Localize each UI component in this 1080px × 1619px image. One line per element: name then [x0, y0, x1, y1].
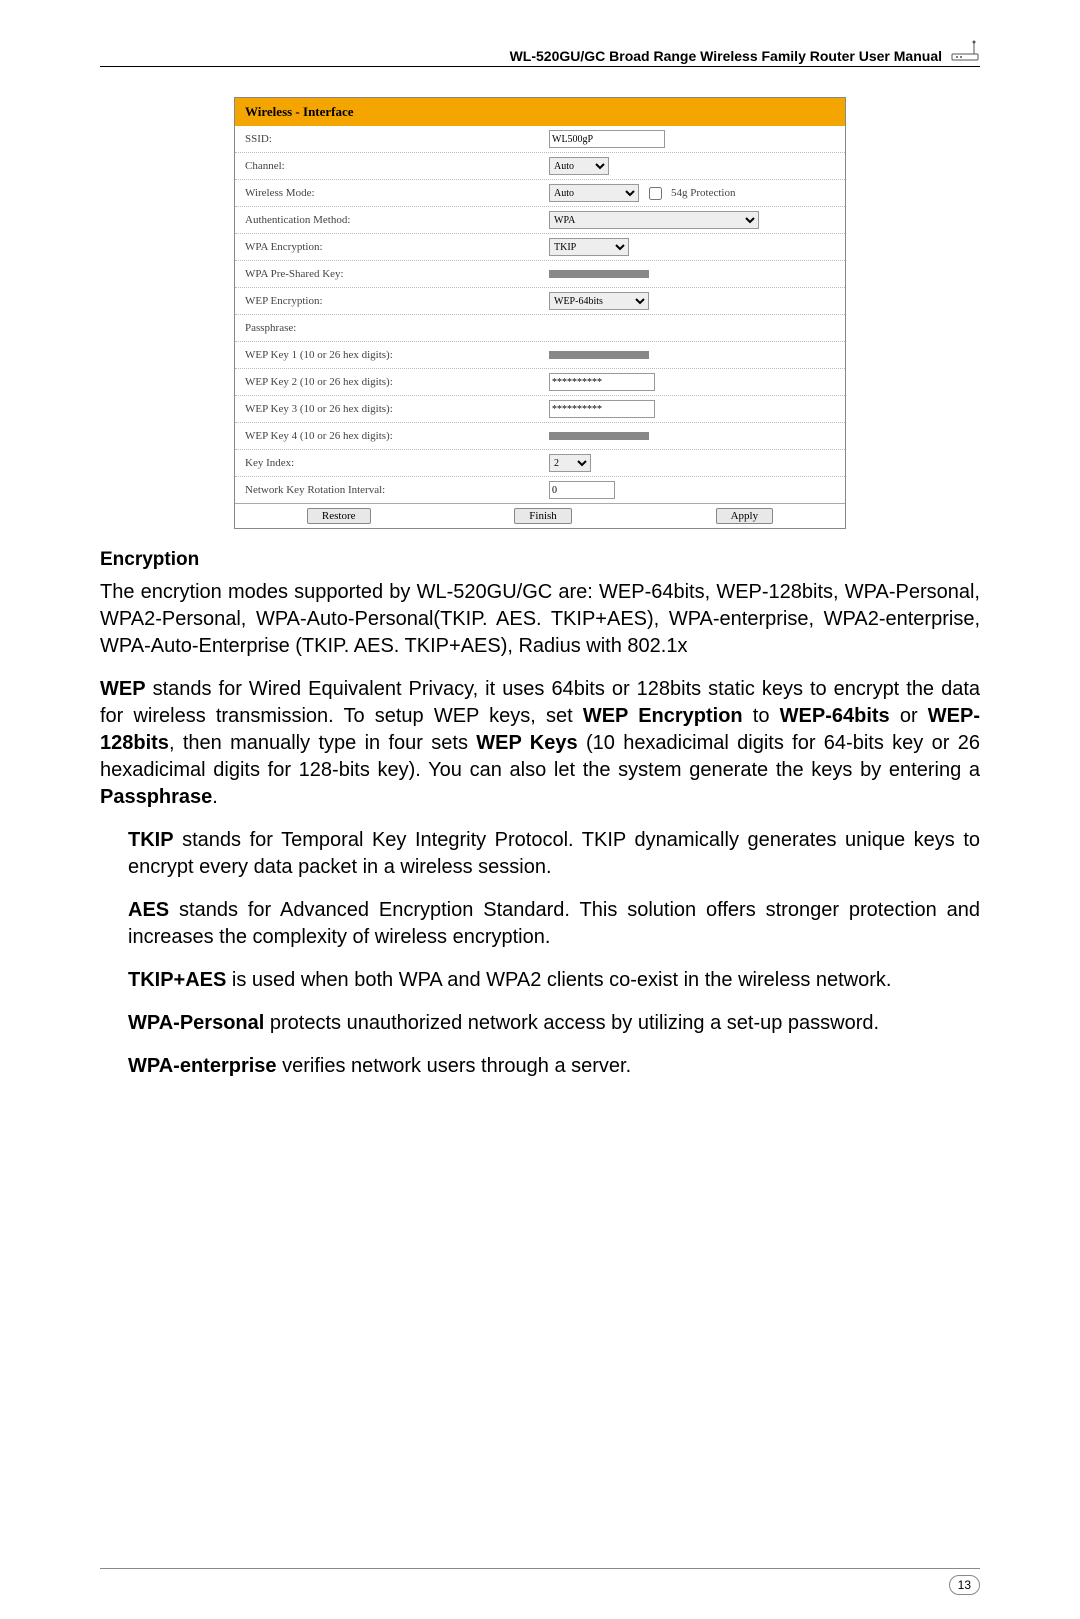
para-modes: The encrytion modes supported by WL-520G…	[100, 579, 980, 660]
row-k3: WEP Key 3 (10 or 26 hex digits):	[235, 396, 845, 423]
term-wpa-enterprise: WPA-enterprise	[128, 1055, 277, 1077]
input-k4[interactable]	[549, 432, 649, 440]
input-psk[interactable]	[549, 270, 649, 278]
row-k1: WEP Key 1 (10 or 26 hex digits):	[235, 342, 845, 369]
select-mode[interactable]: Auto	[549, 184, 639, 202]
label-wpaenc: WPA Encryption:	[235, 241, 545, 253]
label-rot: Network Key Rotation Interval:	[235, 484, 545, 496]
row-kidx: Key Index: 2	[235, 450, 845, 477]
page-number: 13	[949, 1575, 980, 1595]
wireless-interface-panel: Wireless - Interface SSID: Channel: Auto…	[234, 97, 846, 529]
row-ssid: SSID:	[235, 126, 845, 153]
page-header: WL-520GU/GC Broad Range Wireless Family …	[100, 40, 980, 67]
term-aes: AES	[128, 899, 169, 921]
label-k2: WEP Key 2 (10 or 26 hex digits):	[235, 376, 545, 388]
row-auth: Authentication Method: WPA	[235, 207, 845, 234]
input-k3[interactable]	[549, 400, 655, 418]
label-auth: Authentication Method:	[235, 214, 545, 226]
term-tkipaes: TKIP+AES	[128, 969, 226, 991]
label-ssid: SSID:	[235, 133, 545, 145]
row-wpaenc: WPA Encryption: TKIP	[235, 234, 845, 261]
term-wep: WEP	[100, 678, 146, 700]
select-auth[interactable]: WPA	[549, 211, 759, 229]
label-pass: Passphrase:	[235, 322, 545, 334]
restore-button[interactable]: Restore	[307, 508, 371, 524]
checkbox-54g[interactable]	[649, 187, 662, 200]
finish-button[interactable]: Finish	[514, 508, 572, 524]
term-wpa-personal: WPA-Personal	[128, 1012, 264, 1034]
row-k2: WEP Key 2 (10 or 26 hex digits):	[235, 369, 845, 396]
term-tkip: TKIP	[128, 829, 174, 851]
row-psk: WPA Pre-Shared Key:	[235, 261, 845, 288]
label-k3: WEP Key 3 (10 or 26 hex digits):	[235, 403, 545, 415]
label-wepenc: WEP Encryption:	[235, 295, 545, 307]
label-k4: WEP Key 4 (10 or 26 hex digits):	[235, 430, 545, 442]
label-psk: WPA Pre-Shared Key:	[235, 268, 545, 280]
label-mode: Wireless Mode:	[235, 187, 545, 199]
section-heading: Encryption	[100, 549, 980, 571]
input-ssid[interactable]	[549, 130, 665, 148]
label-k1: WEP Key 1 (10 or 26 hex digits):	[235, 349, 545, 361]
para-wpa-personal: WPA-Personal protects unauthorized netwo…	[128, 1010, 980, 1037]
page-footer: 13	[100, 1568, 980, 1569]
para-wep: WEP stands for Wired Equivalent Privacy,…	[100, 676, 980, 811]
label-channel: Channel:	[235, 160, 545, 172]
row-rot: Network Key Rotation Interval:	[235, 477, 845, 503]
row-pass: Passphrase:	[235, 315, 845, 342]
para-aes: AES stands for Advanced Encryption Stand…	[128, 897, 980, 951]
para-tkip: TKIP stands for Temporal Key Integrity P…	[128, 827, 980, 881]
router-icon	[950, 40, 980, 64]
row-mode: Wireless Mode: Auto 54g Protection	[235, 180, 845, 207]
input-k1[interactable]	[549, 351, 649, 359]
select-wepenc[interactable]: WEP-64bits	[549, 292, 649, 310]
input-rot[interactable]	[549, 481, 615, 499]
select-wpaenc[interactable]: TKIP	[549, 238, 629, 256]
row-k4: WEP Key 4 (10 or 26 hex digits):	[235, 423, 845, 450]
header-title: WL-520GU/GC Broad Range Wireless Family …	[510, 48, 942, 64]
select-channel[interactable]: Auto	[549, 157, 609, 175]
button-row: Restore Finish Apply	[235, 503, 845, 528]
panel-title: Wireless - Interface	[235, 98, 845, 126]
para-tkipaes: TKIP+AES is used when both WPA and WPA2 …	[128, 967, 980, 994]
apply-button[interactable]: Apply	[716, 508, 774, 524]
input-k2[interactable]	[549, 373, 655, 391]
row-wepenc: WEP Encryption: WEP-64bits	[235, 288, 845, 315]
label-54g: 54g Protection	[671, 187, 735, 199]
para-wpa-enterprise: WPA-enterprise verifies network users th…	[128, 1053, 980, 1080]
label-kidx: Key Index:	[235, 457, 545, 469]
row-channel: Channel: Auto	[235, 153, 845, 180]
select-kidx[interactable]: 2	[549, 454, 591, 472]
